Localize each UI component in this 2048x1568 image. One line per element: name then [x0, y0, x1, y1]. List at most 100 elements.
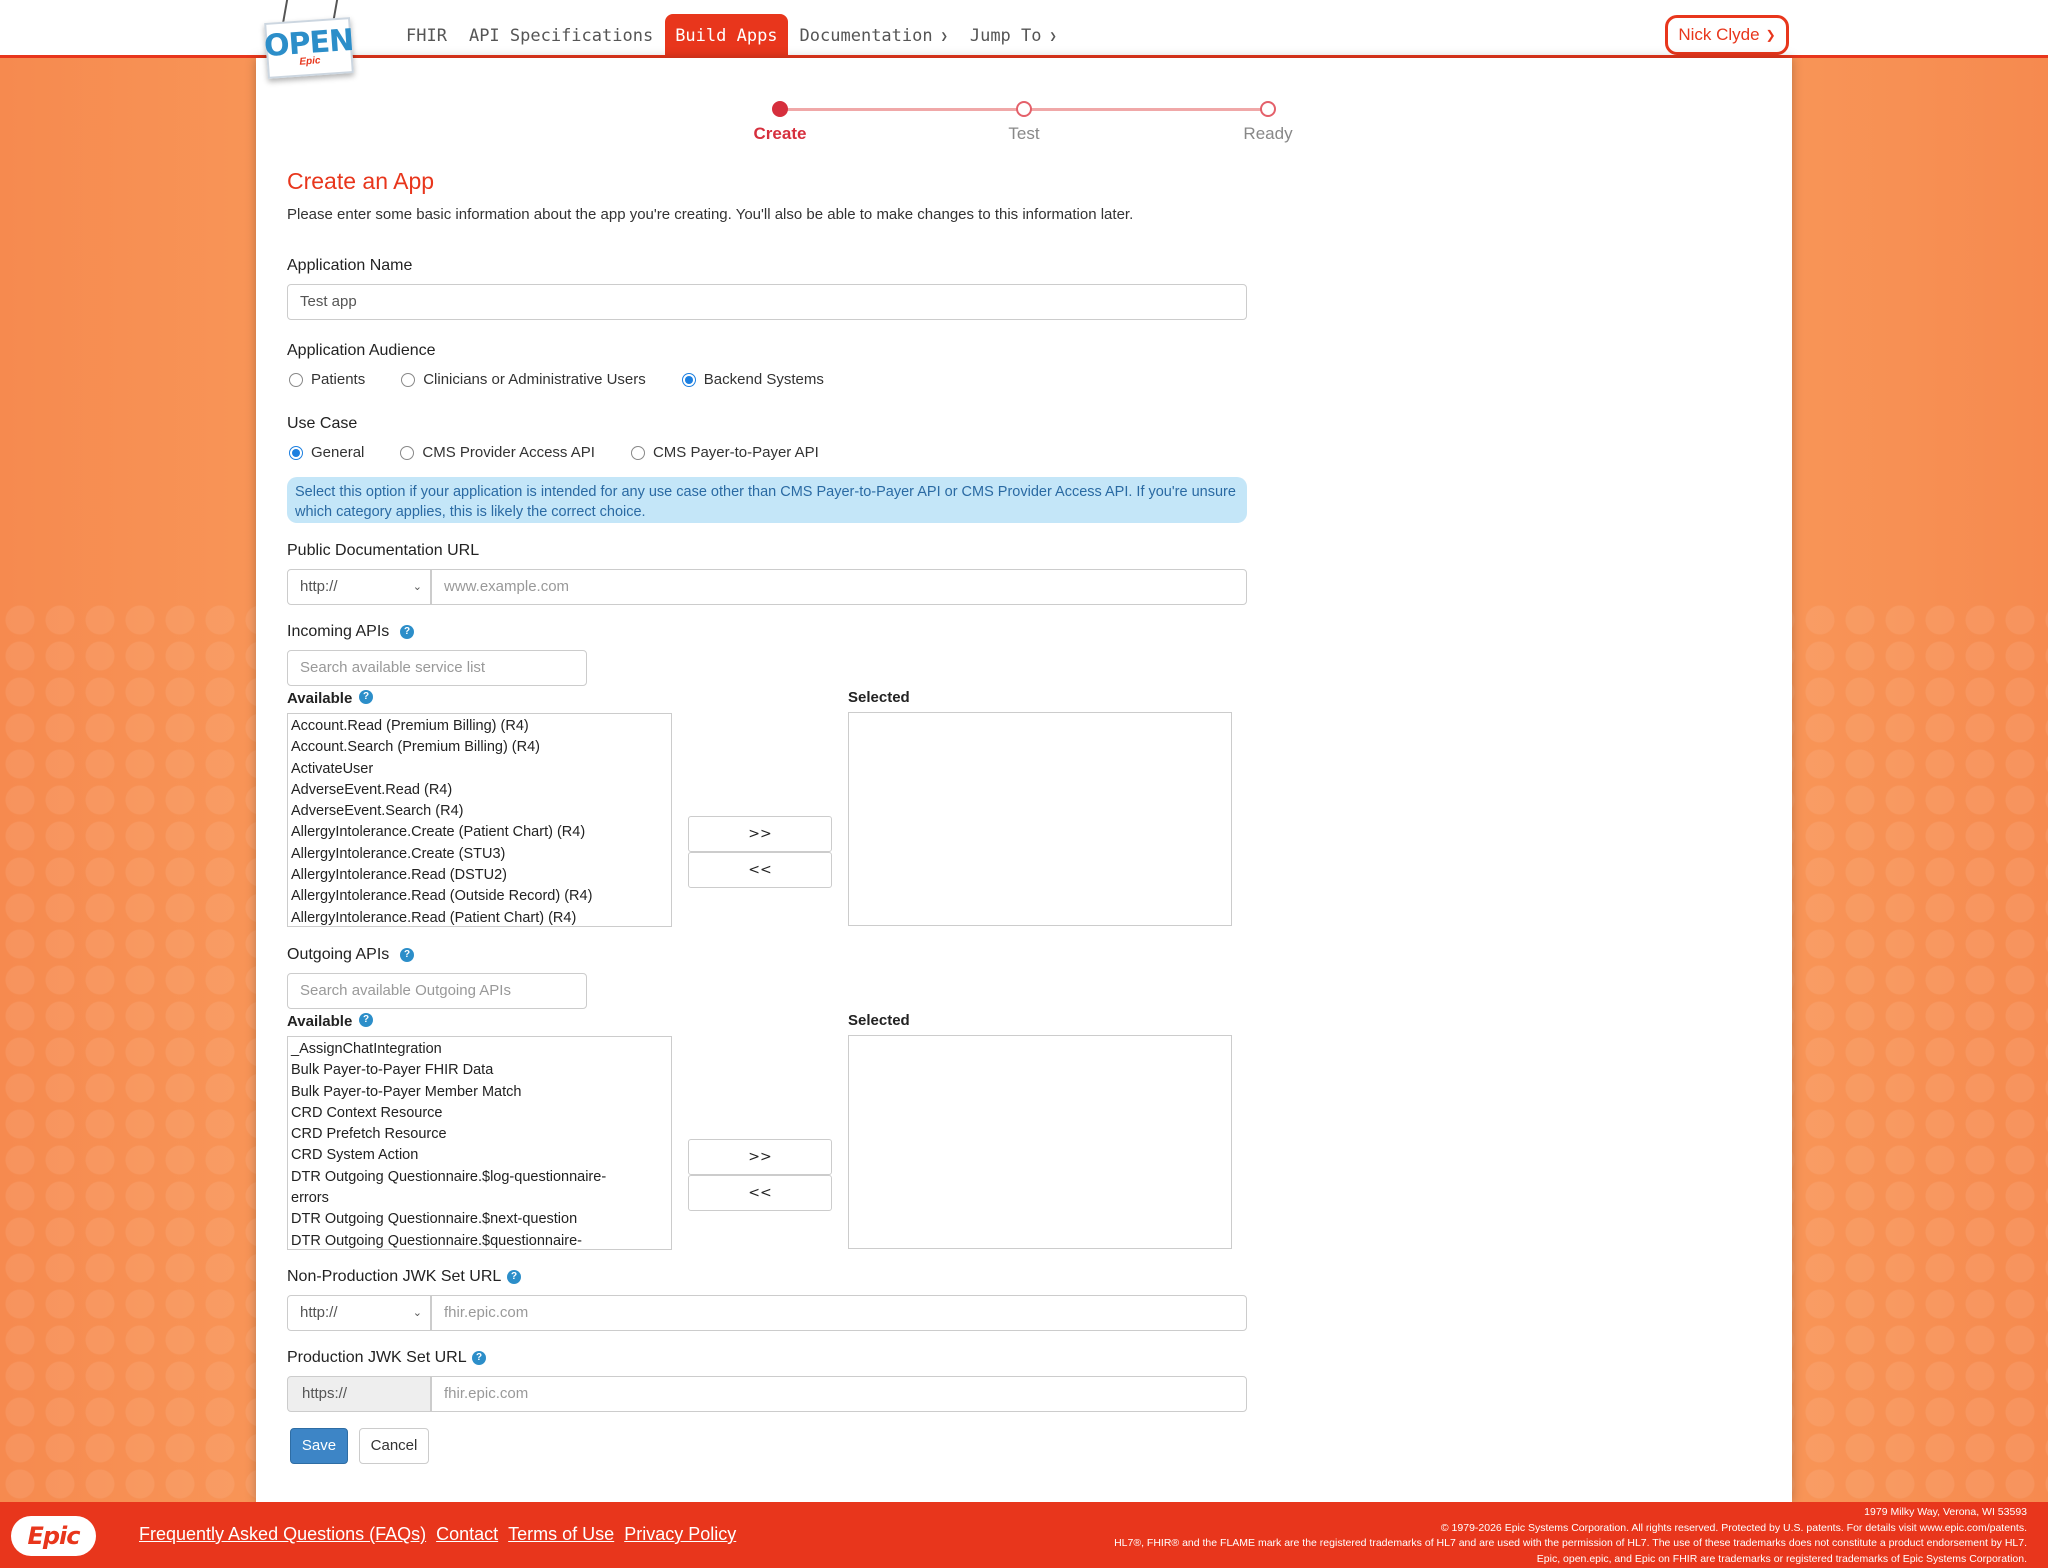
chevron-down-icon: ❯ — [1049, 29, 1057, 43]
list-item[interactable]: DTR Outgoing Questionnaire.$log-question… — [291, 1167, 621, 1210]
nav-fhir-label: FHIR — [406, 26, 447, 46]
list-item[interactable]: Account.Read (Premium Billing) (R4) — [291, 716, 668, 737]
use-case-option-general[interactable]: General — [289, 444, 364, 461]
footer-link-faqs[interactable]: Frequently Asked Questions (FAQs) — [139, 1524, 426, 1545]
incoming-available-list[interactable]: Account.Read (Premium Billing) (R4) Acco… — [287, 713, 672, 927]
outgoing-selected-list[interactable] — [848, 1035, 1232, 1249]
nonprod-jwk-protocol-select[interactable]: http:// ⌄ — [287, 1295, 431, 1331]
list-item[interactable]: AllergyIntolerance.Read (Patient Chart) … — [291, 908, 668, 926]
list-item[interactable]: CRD System Action — [291, 1145, 668, 1166]
use-case-option-payer-to-payer[interactable]: CMS Payer-to-Payer API — [630, 444, 819, 461]
prod-jwk-input[interactable]: fhir.epic.com — [431, 1376, 1247, 1412]
help-icon[interactable]: ? — [359, 690, 373, 704]
outgoing-remove-button[interactable]: << — [688, 1175, 832, 1211]
nav-build-apps-label: Build Apps — [675, 26, 778, 46]
list-item[interactable]: AdverseEvent.Search (R4) — [291, 801, 668, 822]
nav-fhir[interactable]: FHIR — [396, 14, 457, 58]
radio-icon[interactable] — [289, 372, 303, 387]
nav-api-specifications[interactable]: API Specifications — [459, 14, 663, 58]
cancel-button[interactable]: Cancel — [359, 1428, 429, 1464]
incoming-selected-list[interactable] — [848, 712, 1232, 926]
list-item[interactable]: CRD Prefetch Resource — [291, 1124, 668, 1145]
outgoing-available-list[interactable]: _AssignChatIntegration Bulk Payer-to-Pay… — [287, 1036, 672, 1250]
save-button[interactable]: Save — [290, 1428, 348, 1464]
user-name: Nick Clyde — [1678, 25, 1760, 44]
help-icon[interactable]: ? — [359, 1013, 373, 1027]
audience-option-patients[interactable]: Patients — [289, 371, 365, 388]
footer-address: 1979 Milky Way, Verona, WI 53593 — [1864, 1506, 2027, 1518]
nav-documentation[interactable]: Documentation ❯ — [790, 14, 958, 58]
chevron-down-icon: ❯ — [1765, 28, 1776, 42]
footer-link-privacy[interactable]: Privacy Policy — [624, 1524, 736, 1545]
audience-label: Application Audience — [287, 342, 436, 359]
logo-subtext: Epic — [299, 55, 321, 68]
list-item[interactable]: CRD Context Resource — [291, 1103, 668, 1124]
list-item[interactable]: ActivateUser — [291, 759, 668, 780]
audience-option-clinicians[interactable]: Clinicians or Administrative Users — [401, 371, 646, 388]
incoming-remove-button[interactable]: << — [688, 852, 832, 888]
use-case-option-label: General — [311, 444, 365, 461]
incoming-add-button[interactable]: >> — [688, 816, 832, 852]
list-item[interactable]: AllergyIntolerance.Create (Patient Chart… — [291, 822, 668, 843]
incoming-search-input[interactable]: Search available service list — [287, 650, 587, 686]
epic-logo[interactable]: Epic — [11, 1516, 96, 1556]
list-item[interactable]: DTR Outgoing Questionnaire.$questionnair… — [291, 1231, 668, 1249]
radio-icon[interactable] — [630, 445, 645, 460]
step-dot-test — [1016, 101, 1032, 117]
chevron-down-icon: ⌄ — [412, 581, 422, 593]
list-item[interactable]: AllergyIntolerance.Create (STU3) — [291, 844, 668, 865]
doc-url-protocol-select[interactable]: http:// ⌄ — [287, 569, 431, 605]
radio-icon[interactable] — [400, 445, 415, 460]
list-item[interactable]: DTR Outgoing Questionnaire.$next-questio… — [291, 1209, 668, 1230]
app-name-input[interactable]: Test app — [287, 284, 1247, 320]
list-item[interactable]: AllergyIntolerance.Read (Outside Record)… — [291, 886, 668, 907]
help-icon[interactable]: ? — [507, 1270, 521, 1284]
outgoing-apis-label: Outgoing APIs — [287, 946, 390, 963]
list-item[interactable]: Account.Search (Premium Billing) (R4) — [291, 737, 668, 758]
audience-option-label: Clinicians or Administrative Users — [423, 371, 646, 388]
intro-text: Please enter some basic information abou… — [287, 206, 1134, 223]
prod-jwk-label: Production JWK Set URL — [287, 1349, 467, 1366]
stepper-line-1 — [780, 108, 1022, 111]
outgoing-search-input[interactable]: Search available Outgoing APIs — [287, 973, 587, 1009]
radio-icon[interactable] — [681, 372, 696, 387]
user-menu-button[interactable]: Nick Clyde ❯ — [1665, 15, 1789, 55]
open-epic-logo[interactable]: OPEN Epic — [263, 17, 354, 79]
list-item[interactable]: _AssignChatIntegration — [291, 1039, 668, 1060]
incoming-selected-label: Selected — [848, 689, 910, 706]
help-icon[interactable]: ? — [400, 948, 414, 962]
help-icon[interactable]: ? — [400, 625, 414, 639]
app-name-label: Application Name — [287, 257, 413, 274]
list-item[interactable]: Bulk Payer-to-Payer FHIR Data — [291, 1060, 668, 1081]
audience-option-backend[interactable]: Backend Systems — [681, 371, 824, 388]
use-case-option-label: CMS Payer-to-Payer API — [652, 444, 819, 461]
footer-link-terms[interactable]: Terms of Use — [508, 1524, 614, 1545]
use-case-option-provider-access[interactable]: CMS Provider Access API — [400, 444, 595, 461]
audience-option-label: Patients — [311, 371, 366, 388]
radio-icon[interactable] — [289, 445, 303, 460]
list-item[interactable]: Bulk Payer-to-Payer Member Match — [291, 1082, 668, 1103]
footer-link-contact[interactable]: Contact — [436, 1524, 498, 1545]
nonprod-jwk-input[interactable]: fhir.epic.com — [431, 1295, 1247, 1331]
step-dot-create — [772, 101, 788, 117]
stepper-line-2 — [1024, 108, 1266, 111]
radio-icon[interactable] — [401, 372, 416, 387]
nonprod-jwk-label: Non-Production JWK Set URL — [287, 1268, 502, 1285]
nav-jump-to[interactable]: Jump To ❯ — [960, 14, 1067, 58]
audience-radio-group: Patients Clinicians or Administrative Us… — [289, 371, 860, 388]
nav-build-apps[interactable]: Build Apps — [665, 14, 788, 58]
prod-jwk-protocol-addon: https:// — [287, 1376, 431, 1412]
footer-copyright: © 1979-2026 Epic Systems Corporation. Al… — [1440, 1521, 2027, 1534]
step-dot-ready — [1260, 101, 1276, 117]
outgoing-add-button[interactable]: >> — [688, 1139, 832, 1175]
use-case-label: Use Case — [287, 415, 358, 432]
list-item[interactable]: AdverseEvent.Read (R4) — [291, 780, 668, 801]
nonprod-jwk-protocol-value: http:// — [300, 1304, 338, 1321]
help-icon[interactable]: ? — [472, 1351, 486, 1365]
doc-url-input[interactable]: www.example.com — [431, 569, 1247, 605]
list-item[interactable]: AllergyIntolerance.Read (DSTU2) — [291, 865, 668, 886]
audience-option-label: Backend Systems — [703, 371, 824, 388]
use-case-radio-group: General CMS Provider Access API CMS Paye… — [289, 444, 855, 461]
chevron-down-icon: ❯ — [940, 29, 948, 43]
use-case-option-label: CMS Provider Access API — [422, 444, 595, 461]
